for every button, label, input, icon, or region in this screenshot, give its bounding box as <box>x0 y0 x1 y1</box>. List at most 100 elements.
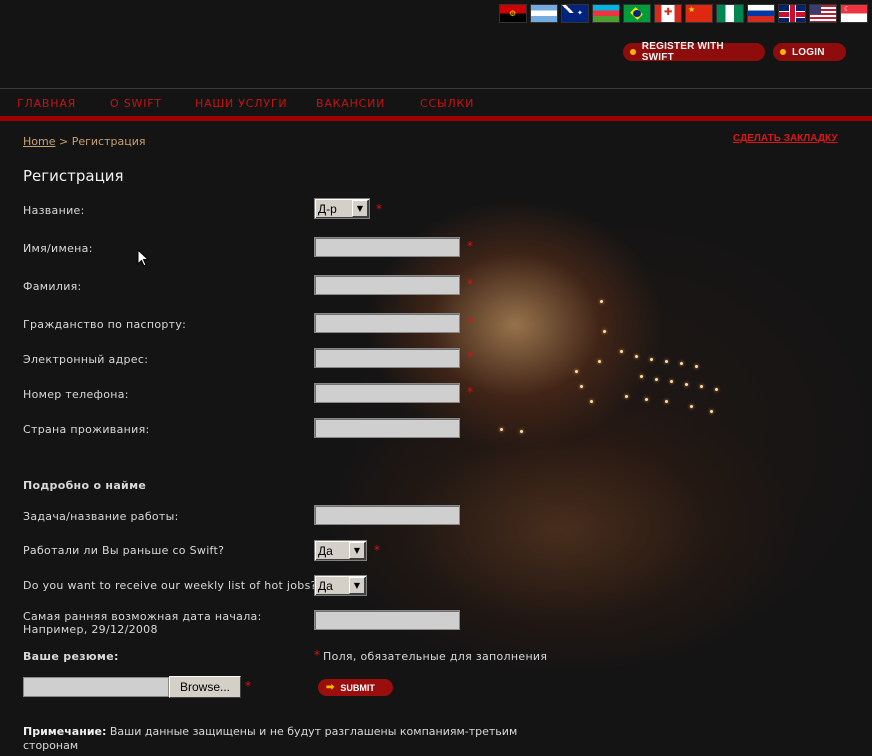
ship-light <box>715 388 718 391</box>
last-name-field[interactable] <box>314 275 460 295</box>
ship-light <box>590 400 593 403</box>
ship-light <box>603 330 606 333</box>
required-asterisk: * <box>376 202 382 216</box>
nav-item-links[interactable]: ССЫЛКИ <box>420 97 474 110</box>
flag-china-icon[interactable]: ★ <box>685 4 713 23</box>
job-title-label: Задача/название работы: <box>23 510 179 523</box>
start-date-field[interactable] <box>314 610 460 630</box>
required-asterisk: * <box>374 543 380 557</box>
submit-label: SUBMIT <box>340 682 375 693</box>
main-nav: ГЛАВНАЯ О SWIFT НАШИ УСЛУГИ ВАКАНСИИ ССЫ… <box>0 88 872 117</box>
register-button[interactable]: REGISTER WITH SWIFT <box>623 41 765 63</box>
register-label: REGISTER WITH SWIFT <box>641 41 724 63</box>
nav-item-home[interactable]: ГЛАВНАЯ <box>17 97 76 110</box>
ship-light <box>695 365 698 368</box>
ship-light <box>580 385 583 388</box>
ship-light <box>600 300 603 303</box>
flag-usa-icon[interactable] <box>809 4 837 23</box>
section-employment-heading: Подробно о найме <box>23 479 147 492</box>
job-title-field[interactable] <box>314 505 460 525</box>
ship-light <box>700 385 703 388</box>
ship-light <box>650 358 653 361</box>
bullet-icon <box>780 49 786 55</box>
ship-light <box>645 398 648 401</box>
bookmark-link[interactable]: СДЕЛАТЬ ЗАКЛАДКУ <box>733 133 838 144</box>
ship-light <box>680 362 683 365</box>
resume-file-field[interactable] <box>23 677 169 697</box>
last-name-label: Фамилия: <box>23 280 82 293</box>
language-flags: ⚙ ✦ ✚ ★ ☾ <box>499 4 868 23</box>
ship-light <box>620 350 623 353</box>
worked-before-select[interactable]: Да ▼ <box>314 540 367 561</box>
required-asterisk: * <box>467 315 473 329</box>
nav-item-about[interactable]: О SWIFT <box>110 97 162 110</box>
required-asterisk: * <box>467 350 473 364</box>
nav-divider <box>0 116 872 121</box>
flag-argentina-icon[interactable] <box>530 4 558 23</box>
required-asterisk: * <box>467 239 473 253</box>
dropdown-arrow-icon[interactable]: ▼ <box>352 200 368 217</box>
flag-canada-icon[interactable]: ✚ <box>654 4 682 23</box>
required-note: Поля, обязательные для заполнения <box>323 650 548 663</box>
citizenship-label: Гражданство по паспорту: <box>23 318 187 331</box>
start-date-example: Например, 29/12/2008 <box>23 623 158 636</box>
title-select[interactable]: Д-р ▼ <box>314 198 370 219</box>
login-button[interactable]: LOGIN <box>773 43 846 61</box>
privacy-note: Примечание: Ваши данные защищены и не бу… <box>23 725 543 753</box>
start-date-label: Самая ранняя возможная дата начала: <box>23 610 262 623</box>
flag-russia-icon[interactable] <box>747 4 775 23</box>
country-field[interactable] <box>314 418 460 438</box>
flag-nigeria-icon[interactable] <box>716 4 744 23</box>
breadcrumb-current: Регистрация <box>71 135 146 148</box>
ship-light <box>635 355 638 358</box>
login-label: LOGIN <box>792 46 825 58</box>
worked-before-label: Работали ли Вы раньше со Swift? <box>23 544 225 557</box>
ship-light <box>575 370 578 373</box>
page-title: Регистрация <box>23 167 124 185</box>
phone-field[interactable] <box>314 383 460 403</box>
ship-light <box>655 378 658 381</box>
browse-button[interactable]: Browse... <box>169 676 241 698</box>
breadcrumb: Home > Регистрация <box>23 135 145 148</box>
nav-item-vacancies[interactable]: ВАКАНСИИ <box>316 97 385 110</box>
bullet-icon <box>630 49 636 55</box>
flag-singapore-icon[interactable]: ☾ <box>840 4 868 23</box>
required-asterisk: * <box>467 385 473 399</box>
email-field[interactable] <box>314 348 460 368</box>
first-name-field[interactable] <box>314 237 460 257</box>
email-label: Электронный адрес: <box>23 353 149 366</box>
flag-australia-icon[interactable]: ✦ <box>561 4 589 23</box>
hot-jobs-select[interactable]: Да ▼ <box>314 575 367 596</box>
ship-light <box>520 430 523 433</box>
worked-before-value: Да <box>318 543 333 558</box>
required-asterisk: * <box>314 648 320 662</box>
country-label: Страна проживания: <box>23 423 150 436</box>
flag-brazil-icon[interactable] <box>623 4 651 23</box>
flag-uk-icon[interactable] <box>778 4 806 23</box>
ship-light <box>690 405 693 408</box>
background-photo <box>310 180 872 756</box>
hot-jobs-label: Do you want to receive our weekly list o… <box>23 579 317 592</box>
phone-label: Номер телефона: <box>23 388 129 401</box>
hot-jobs-value: Да <box>318 578 333 593</box>
mouse-cursor-icon <box>137 249 149 267</box>
ship-light <box>685 383 688 386</box>
title-label: Название: <box>23 204 85 217</box>
dropdown-arrow-icon[interactable]: ▼ <box>349 577 365 594</box>
ship-light <box>625 395 628 398</box>
flag-azerbaijan-icon[interactable] <box>592 4 620 23</box>
breadcrumb-home-link[interactable]: Home <box>23 135 55 148</box>
required-asterisk: * <box>467 277 473 291</box>
submit-button[interactable]: ➡ SUBMIT <box>318 679 393 696</box>
ship-light <box>598 360 601 363</box>
dropdown-arrow-icon[interactable]: ▼ <box>349 542 365 559</box>
privacy-note-bold: Примечание: <box>23 725 107 738</box>
citizenship-field[interactable] <box>314 313 460 333</box>
flag-angola-icon[interactable]: ⚙ <box>499 4 527 23</box>
nav-item-services[interactable]: НАШИ УСЛУГИ <box>195 97 287 110</box>
ship-light <box>640 375 643 378</box>
breadcrumb-separator: > <box>58 135 69 148</box>
ship-light <box>500 428 503 431</box>
ship-light <box>670 380 673 383</box>
required-asterisk: * <box>245 679 251 693</box>
